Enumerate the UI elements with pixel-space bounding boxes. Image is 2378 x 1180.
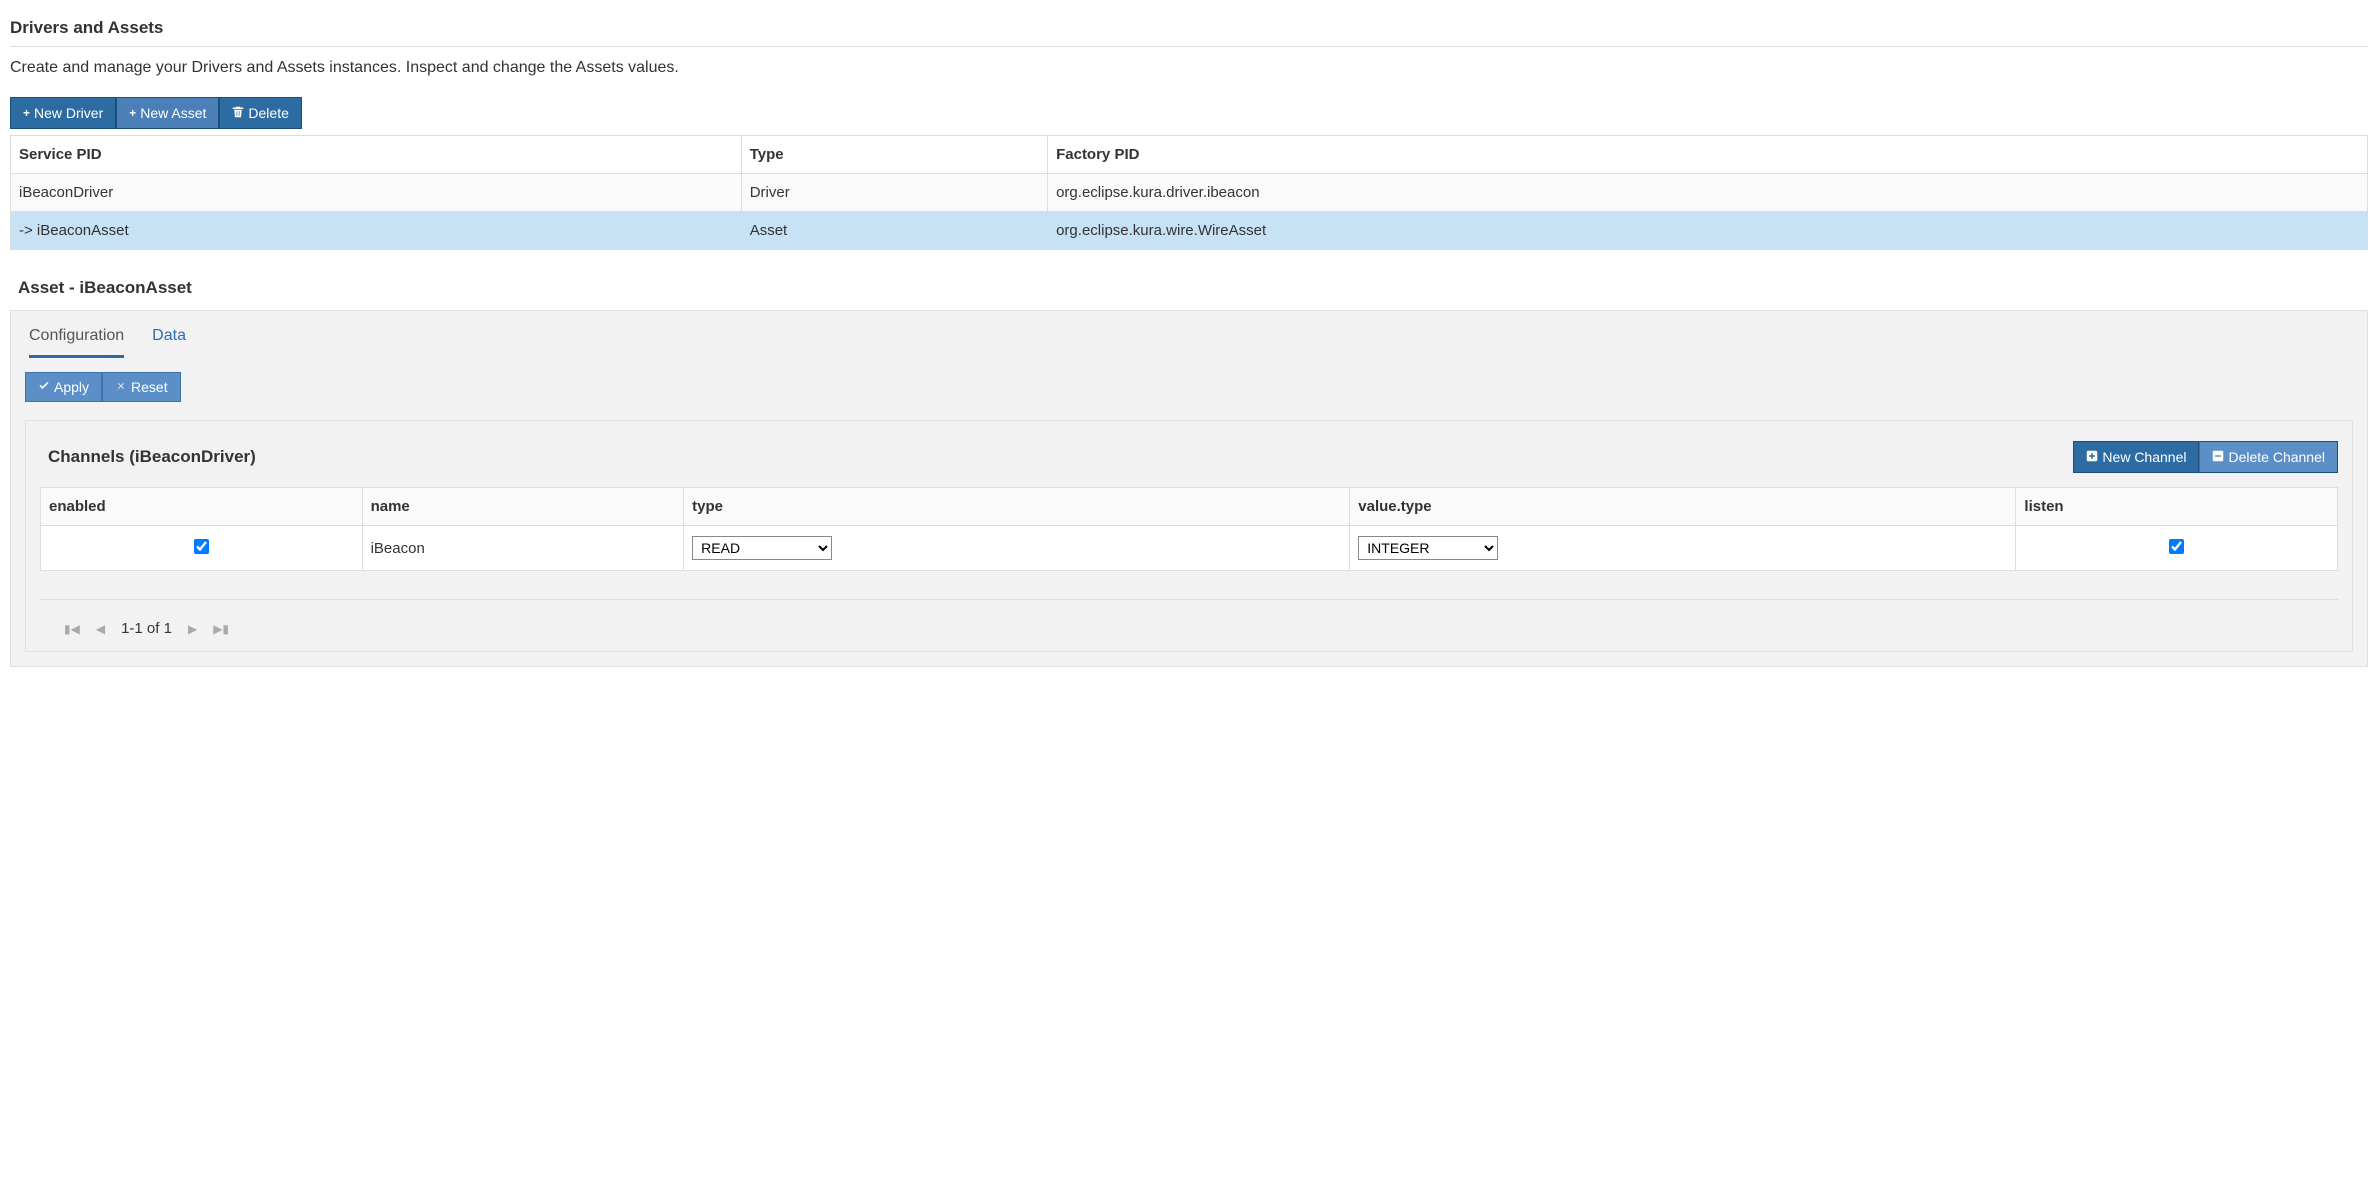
asset-title: Asset - iBeaconAsset: [18, 278, 2368, 298]
delete-label: Delete: [248, 105, 288, 121]
value-type-select[interactable]: INTEGER: [1358, 536, 1498, 560]
page-title: Drivers and Assets: [10, 10, 2368, 47]
minus-square-icon: [2212, 449, 2224, 465]
cell-listen: [2016, 526, 2338, 571]
instances-toolbar: + New Driver + New Asset Delete: [10, 97, 302, 129]
apply-label: Apply: [54, 379, 89, 395]
tab-configuration[interactable]: Configuration: [29, 327, 124, 358]
col-service-pid: Service PID: [11, 136, 742, 174]
page-description: Create and manage your Drivers and Asset…: [10, 59, 2368, 77]
delete-button[interactable]: Delete: [219, 97, 301, 129]
pager: ▮◀ ◀ 1-1 of 1 ▶ ▶▮: [40, 599, 2338, 637]
next-page-icon[interactable]: ▶: [188, 622, 197, 636]
asset-panel: Configuration Data Apply Reset Channels …: [10, 310, 2368, 667]
col-value-type: value.type: [1350, 488, 2016, 526]
plus-icon: +: [129, 106, 136, 120]
col-factory-pid: Factory PID: [1048, 136, 2368, 174]
pager-label: 1-1 of 1: [121, 620, 172, 637]
close-icon: [115, 379, 127, 395]
col-name: name: [362, 488, 684, 526]
plus-icon: +: [23, 106, 30, 120]
table-row[interactable]: -> iBeaconAsset Asset org.eclipse.kura.w…: [11, 212, 2368, 250]
tab-data[interactable]: Data: [152, 327, 186, 358]
last-page-icon[interactable]: ▶▮: [213, 622, 229, 636]
channels-table: enabled name type value.type listen iBea…: [40, 487, 2338, 571]
type-select[interactable]: READ: [692, 536, 832, 560]
col-enabled: enabled: [41, 488, 363, 526]
new-driver-button[interactable]: + New Driver: [10, 97, 116, 129]
plus-square-icon: [2086, 449, 2098, 465]
check-icon: [38, 379, 50, 395]
new-channel-button[interactable]: New Channel: [2073, 441, 2199, 473]
table-row[interactable]: iBeaconDriver Driver org.eclipse.kura.dr…: [11, 174, 2368, 212]
prev-page-icon[interactable]: ◀: [96, 622, 105, 636]
reset-label: Reset: [131, 379, 168, 395]
instances-table: Service PID Type Factory PID iBeaconDriv…: [10, 135, 2368, 250]
cell-service-pid: -> iBeaconAsset: [11, 212, 742, 250]
col-type: type: [684, 488, 1350, 526]
channels-header: Channels (iBeaconDriver) New Channel Del…: [40, 441, 2338, 473]
channels-title: Channels (iBeaconDriver): [40, 447, 256, 467]
cell-type: Driver: [741, 174, 1047, 212]
delete-channel-button[interactable]: Delete Channel: [2199, 441, 2338, 473]
cell-type: Asset: [741, 212, 1047, 250]
col-listen: listen: [2016, 488, 2338, 526]
listen-checkbox[interactable]: [2169, 539, 2184, 554]
cell-name: iBeacon: [362, 526, 684, 571]
enabled-checkbox[interactable]: [194, 539, 209, 554]
trash-icon: [232, 105, 244, 121]
new-channel-label: New Channel: [2102, 449, 2186, 465]
new-asset-label: New Asset: [140, 105, 206, 121]
asset-tabs: Configuration Data: [11, 311, 2367, 358]
reset-button[interactable]: Reset: [102, 372, 181, 402]
config-toolbar: Apply Reset: [25, 372, 181, 402]
cell-type: READ: [684, 526, 1350, 571]
cell-service-pid: iBeaconDriver: [11, 174, 742, 212]
delete-channel-label: Delete Channel: [2228, 449, 2325, 465]
cell-value-type: INTEGER: [1350, 526, 2016, 571]
table-row[interactable]: iBeacon READ INTEGER: [41, 526, 2338, 571]
col-type: Type: [741, 136, 1047, 174]
first-page-icon[interactable]: ▮◀: [64, 622, 80, 636]
new-asset-button[interactable]: + New Asset: [116, 97, 219, 129]
cell-factory-pid: org.eclipse.kura.driver.ibeacon: [1048, 174, 2368, 212]
cell-enabled: [41, 526, 363, 571]
apply-button[interactable]: Apply: [25, 372, 102, 402]
channels-toolbar: New Channel Delete Channel: [2073, 441, 2338, 473]
cell-factory-pid: org.eclipse.kura.wire.WireAsset: [1048, 212, 2368, 250]
channels-block: Channels (iBeaconDriver) New Channel Del…: [25, 420, 2353, 652]
new-driver-label: New Driver: [34, 105, 103, 121]
tab-content: Apply Reset Channels (iBeaconDriver) New…: [11, 358, 2367, 666]
